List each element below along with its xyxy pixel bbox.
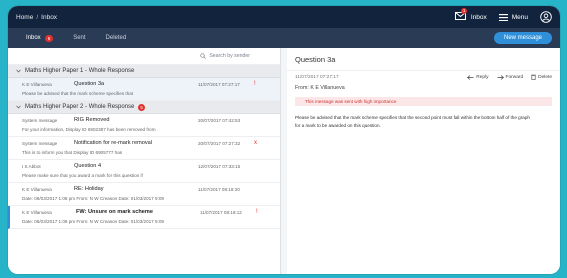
message-from: K E Villanueva [22, 187, 52, 192]
message-preview: For your information, Display ID 6902387… [22, 127, 156, 132]
reply-button[interactable]: Reply [467, 74, 489, 80]
group-title: Maths Higher Paper 2 - Whole Response [25, 104, 135, 110]
reply-label: Reply [476, 74, 489, 80]
list-item[interactable]: K E Villanueva FW: Unsure on mark scheme… [8, 206, 280, 229]
message-actions: Reply Forward Delete [467, 74, 552, 80]
reply-icon [467, 74, 474, 80]
breadcrumb: Home / Inbox [16, 14, 57, 21]
message-preview: Please be advised that the mark scheme s… [22, 91, 134, 96]
message-title: Question 3a [287, 48, 560, 71]
list-item[interactable]: I S Abbot Question 4 12/07/2017 07:33:15… [8, 160, 280, 183]
breadcrumb-home[interactable]: Home [16, 14, 33, 21]
message-preview: This is to inform you that Display ID 69… [22, 150, 123, 155]
message-body: Please be advised that the mark scheme s… [287, 106, 543, 129]
top-bar: Home / Inbox 1 Inbox Menu [8, 6, 560, 28]
message-from: K E Villanueva [22, 82, 52, 87]
list-item[interactable]: K E Villanueva RE: Holiday 11/07/2017 08… [8, 183, 280, 206]
tab-sent[interactable]: Sent [63, 28, 95, 48]
chevron-down-icon [16, 69, 21, 73]
user-menu-button[interactable] [540, 11, 552, 23]
message-date: 11/07/2017 07:27:17 [198, 82, 240, 87]
message-from-line: From: K E Villanueva [295, 85, 345, 91]
inbox-button[interactable]: 1 Inbox [454, 8, 487, 22]
message-from: K E Villanueva [22, 210, 52, 215]
app-window: Home / Inbox 1 Inbox Menu Inbox 6 Sent D… [8, 6, 560, 274]
delete-button[interactable]: Delete [531, 74, 552, 80]
group-header-paper2[interactable]: Maths Higher Paper 2 - Whole Response 5 [8, 101, 280, 114]
importance-banner: This message was sent with high importan… [295, 97, 552, 106]
message-from: I S Abbot [22, 164, 41, 169]
message-subject: FW: Unsure on mark scheme [76, 209, 153, 215]
breadcrumb-inbox: Inbox [41, 13, 58, 21]
message-subject: Question 4 [74, 163, 102, 169]
message-reading-pane: Question 3a 11/07/2017 07:27:17 From: K … [287, 48, 560, 274]
hamburger-icon [498, 13, 508, 21]
tab-deleted-label: Deleted [105, 35, 127, 41]
forward-button[interactable]: Forward [497, 74, 524, 80]
message-meta: 11/07/2017 07:27:17 From: K E Villanueva… [287, 71, 560, 97]
tab-sent-label: Sent [73, 35, 86, 41]
breadcrumb-separator: / [36, 13, 39, 21]
message-from: System message [22, 118, 58, 123]
message-subject: Question 3a [74, 81, 105, 87]
list-item[interactable]: System message RIG Removed 20/07/2017 07… [8, 114, 280, 137]
message-subject: RIG Removed [74, 117, 110, 123]
list-item[interactable]: K E Villanueva Question 3a 11/07/2017 07… [8, 78, 280, 101]
inbox-count-badge: 1 [460, 8, 468, 14]
message-date: 12/07/2017 07:33:15 [198, 164, 241, 169]
search-icon [200, 53, 207, 59]
remove-icon: x [254, 140, 257, 146]
message-date: 20/07/2017 07:27:32 [198, 141, 241, 146]
tab-inbox-badge: 6 [44, 34, 54, 42]
user-icon [540, 11, 552, 23]
message-list-pane: Search by sender Maths Higher Paper 1 - … [8, 48, 281, 274]
message-date: 11/07/2017 07:27:17 [295, 75, 339, 80]
from-name: K E Villanueva [310, 85, 345, 91]
message-subject: Notification for re-mark removal [74, 140, 153, 146]
menu-button[interactable]: Menu [498, 13, 528, 21]
forward-icon [497, 74, 504, 80]
from-label: From: [295, 85, 309, 91]
forward-label: Forward [505, 74, 524, 80]
tab-inbox-label: Inbox [26, 35, 41, 41]
tab-bar: Inbox 6 Sent Deleted New message [8, 28, 560, 48]
group-header-paper1[interactable]: Maths Higher Paper 1 - Whole Response [8, 65, 280, 78]
tab-inbox[interactable]: Inbox 6 [16, 28, 63, 48]
message-body-line: for a mark to be awarded on this questio… [295, 122, 381, 128]
new-message-button[interactable]: New message [493, 32, 552, 44]
message-subject: RE: Holiday [74, 186, 104, 192]
search-bar[interactable]: Search by sender [8, 48, 280, 65]
chevron-down-icon [16, 105, 21, 109]
message-preview: Please make sure that you award a mark f… [22, 173, 143, 178]
delete-label: Delete [538, 74, 552, 80]
message-date: 11/07/2017 08:18:12 [200, 210, 242, 215]
inbox-label: Inbox [470, 13, 487, 21]
message-preview: Date: 06/03/2017 1:08 pm From: N W Creas… [22, 219, 164, 224]
high-importance-icon: ! [256, 209, 258, 215]
tab-deleted[interactable]: Deleted [96, 28, 137, 48]
message-body-line: Please be advised that the mark scheme s… [295, 115, 530, 120]
message-date: 11/07/2017 08:18:20 [198, 187, 240, 192]
message-date: 20/07/2017 07:42:53 [198, 118, 241, 123]
search-input[interactable]: Search by sender [209, 53, 250, 59]
high-importance-icon: ! [254, 81, 256, 87]
group-unread-badge: 5 [138, 103, 145, 111]
group-title: Maths Higher Paper 1 - Whole Response [25, 68, 135, 74]
message-preview: Date: 06/03/2017 1:08 pm From: N W Creas… [22, 196, 164, 201]
message-from: System message [22, 141, 58, 146]
trash-icon [531, 74, 536, 80]
list-item[interactable]: System message Notification for re-mark … [8, 137, 280, 160]
menu-label: Menu [511, 13, 528, 21]
